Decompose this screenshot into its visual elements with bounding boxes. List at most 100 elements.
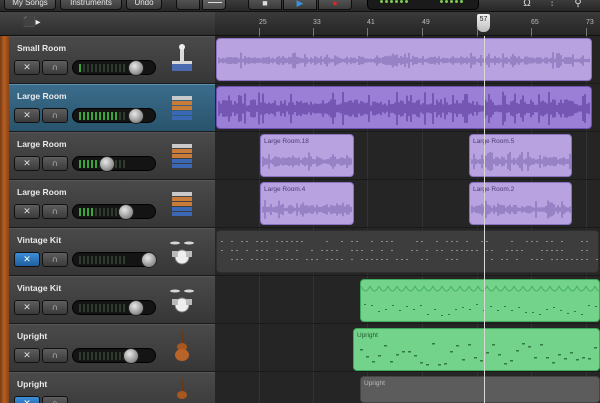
meter-segment xyxy=(107,112,109,120)
meter-segment xyxy=(99,112,101,120)
meter-segment xyxy=(111,256,113,264)
volume-slider[interactable] xyxy=(72,60,156,76)
volume-slider[interactable] xyxy=(72,300,156,316)
add-track-icon[interactable]: ⬛▸ xyxy=(23,17,40,28)
audio-region[interactable]: Large Room.18 xyxy=(260,134,354,177)
track-header[interactable]: Small Room ✕ ∩ xyxy=(9,36,215,84)
record-button[interactable]: ● xyxy=(318,0,352,10)
solo-button[interactable]: ∩ xyxy=(42,156,68,171)
track-header[interactable]: Large Room ✕ ∩ xyxy=(9,84,215,132)
meter-segment xyxy=(99,256,101,264)
mute-button[interactable]: ✕ xyxy=(14,108,40,123)
loop-browser-icon[interactable]: Ω xyxy=(521,0,533,10)
bar-number: 49 xyxy=(422,19,430,26)
settings-wrench-icon[interactable]: ⚲ xyxy=(572,0,584,10)
mute-button[interactable]: ✕ xyxy=(14,348,40,363)
go-to-start-button[interactable]: ■ xyxy=(248,0,282,10)
meter-segment xyxy=(115,112,117,120)
lcd-display xyxy=(367,0,479,10)
mute-speaker-icon: ✕ xyxy=(23,398,31,403)
volume-knob[interactable] xyxy=(123,348,139,364)
undo-button[interactable]: Undo xyxy=(126,0,162,10)
tracks-view-button[interactable] xyxy=(176,0,200,10)
solo-button[interactable]: ∩ xyxy=(42,396,68,403)
volume-slider[interactable] xyxy=(72,108,156,124)
solo-button[interactable]: ∩ xyxy=(42,300,68,315)
audio-region[interactable]: Large Room.4 xyxy=(260,182,354,225)
wood-trim xyxy=(0,36,9,403)
meter-segment xyxy=(107,64,109,72)
drum-machine-icon xyxy=(172,144,192,168)
track-header[interactable]: Vintage Kit ✕ ∩ xyxy=(9,276,215,324)
meter-segment xyxy=(123,304,125,312)
volume-knob[interactable] xyxy=(128,108,144,124)
my-songs-button[interactable]: My Songs xyxy=(4,0,56,10)
volume-slider[interactable] xyxy=(72,204,156,220)
mute-button[interactable]: ✕ xyxy=(14,396,40,403)
track-header[interactable]: Upright ✕ ∩ xyxy=(9,372,215,403)
meter-segment xyxy=(107,256,109,264)
audio-region[interactable] xyxy=(216,86,592,129)
solo-button[interactable]: ∩ xyxy=(42,204,68,219)
meter-segment xyxy=(123,256,125,264)
meter-segment xyxy=(91,112,93,120)
audio-region[interactable] xyxy=(216,38,592,81)
volume-knob[interactable] xyxy=(118,204,134,220)
mixer-view-button[interactable] xyxy=(202,0,226,10)
drum-machine-icon xyxy=(172,192,192,216)
drum-kit-icon xyxy=(170,241,194,265)
upright-bass-icon xyxy=(177,379,187,399)
volume-knob[interactable] xyxy=(99,156,115,172)
midi-region[interactable]: Upright xyxy=(360,376,600,403)
stop-icon: ■ xyxy=(262,0,268,8)
solo-button[interactable]: ∩ xyxy=(42,252,68,267)
play-button[interactable]: ▶ xyxy=(283,0,317,10)
timeline-ruler[interactable]: 25 33 41 49 65 73 xyxy=(215,12,600,36)
meter-segment xyxy=(95,208,97,216)
meter-segment xyxy=(79,256,81,264)
track-name: Upright xyxy=(17,379,48,389)
mute-button[interactable]: ✕ xyxy=(14,156,40,171)
instruments-button[interactable]: Instruments xyxy=(60,0,122,10)
volume-slider[interactable] xyxy=(72,348,156,364)
solo-button[interactable]: ∩ xyxy=(42,108,68,123)
meter-segment xyxy=(119,112,121,120)
track-header[interactable]: Vintage Kit ✕ ∩ xyxy=(9,228,215,276)
meter-segment xyxy=(115,256,117,264)
meter-segment xyxy=(115,64,117,72)
meter-segment xyxy=(87,160,89,168)
track-header[interactable]: Large Room ✕ ∩ xyxy=(9,180,215,228)
volume-knob[interactable] xyxy=(128,300,144,316)
bar-number: 25 xyxy=(259,19,267,26)
mute-button[interactable]: ✕ xyxy=(14,252,40,267)
meter-segment xyxy=(103,352,105,360)
volume-knob[interactable] xyxy=(128,60,144,76)
meter-segment xyxy=(79,160,81,168)
mute-speaker-icon: ✕ xyxy=(23,158,31,168)
track-timeline[interactable]: Large Room.18 Large Room.5 Large Room.4 … xyxy=(215,36,600,403)
volume-slider[interactable] xyxy=(72,156,156,172)
solo-button[interactable]: ∩ xyxy=(42,60,68,75)
midi-region[interactable]: Upright xyxy=(353,328,600,371)
playhead-handle[interactable]: 57 xyxy=(477,14,490,32)
meter-segment xyxy=(91,160,93,168)
volume-slider[interactable] xyxy=(72,252,157,268)
volume-knob[interactable] xyxy=(141,252,157,268)
meter-segment xyxy=(91,352,93,360)
meter-segment xyxy=(119,304,121,312)
meter-segment xyxy=(107,352,109,360)
meter-segment xyxy=(95,352,97,360)
meter-segment xyxy=(87,352,89,360)
drummer-region[interactable] xyxy=(360,279,600,322)
meter-segment xyxy=(115,160,117,168)
drummer-region[interactable] xyxy=(216,230,599,273)
track-header[interactable]: Upright ✕ ∩ xyxy=(9,324,215,372)
mixer-icon[interactable]: ⫶ xyxy=(546,0,558,10)
mute-button[interactable]: ✕ xyxy=(14,300,40,315)
track-header[interactable]: Large Room ✕ ∩ xyxy=(9,132,215,180)
waveform xyxy=(218,52,590,69)
mute-button[interactable]: ✕ xyxy=(14,60,40,75)
mute-button[interactable]: ✕ xyxy=(14,204,40,219)
solo-button[interactable]: ∩ xyxy=(42,348,68,363)
meter-segment xyxy=(83,160,85,168)
